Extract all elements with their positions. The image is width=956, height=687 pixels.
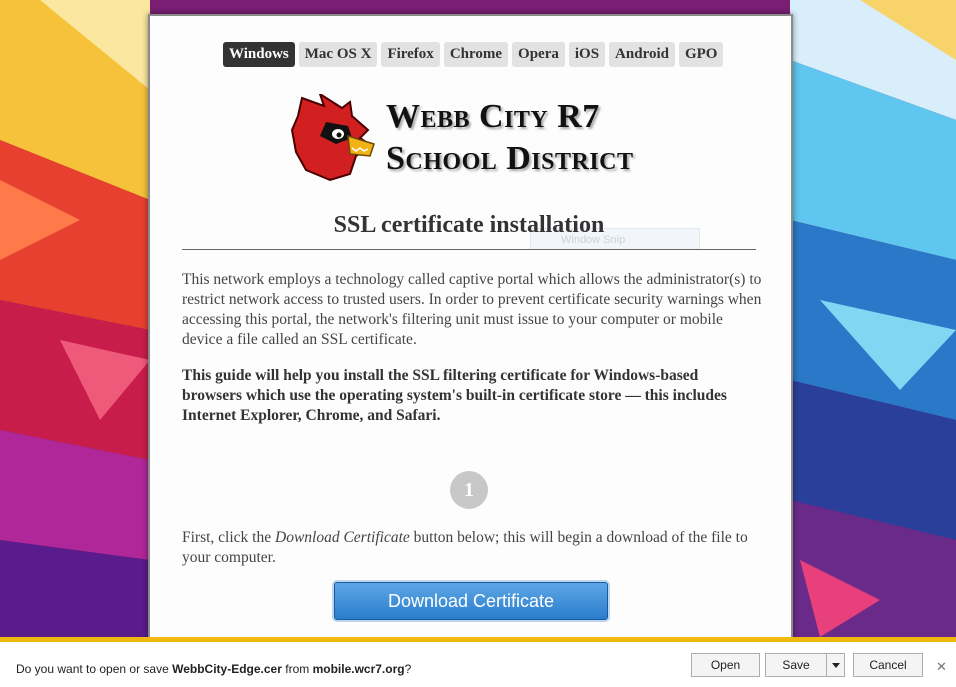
logo-line-2: School District [386,140,634,177]
tab-ios[interactable]: iOS [568,42,606,67]
download-certificate-button[interactable]: Download Certificate [334,582,608,620]
certificate-guide-panel: Windows Mac OS X Firefox Chrome Opera iO… [148,14,793,656]
download-prompt-message: Do you want to open or save WebbCity-Edg… [16,662,411,676]
school-district-logo: Webb City R7 School District [290,94,650,184]
tab-gpo[interactable]: GPO [678,42,724,67]
tab-firefox[interactable]: Firefox [381,42,440,67]
tab-opera[interactable]: Opera [512,42,565,67]
tab-chrome[interactable]: Chrome [443,42,509,67]
logo-wordmark: Webb City R7 School District [386,96,634,180]
logo-line-1: Webb City R7 [386,98,600,135]
tab-mac-os-x[interactable]: Mac OS X [298,42,378,67]
step-text-emphasis: Download Certificate [275,529,410,546]
platform-tabs: Windows Mac OS X Firefox Chrome Opera iO… [223,42,724,67]
save-options-dropdown[interactable] [826,653,845,677]
download-notification-bar: Do you want to open or save WebbCity-Edg… [0,637,956,687]
prompt-suffix: ? [404,662,412,676]
tab-android[interactable]: Android [609,42,675,67]
chevron-down-icon [831,663,840,669]
download-filename: WebbCity-Edge.cer [172,662,282,676]
page-title: SSL certificate installation [333,212,605,238]
open-button[interactable]: Open [691,653,760,677]
step-number-badge: 1 [450,471,488,509]
close-icon[interactable]: ✕ [936,660,947,675]
download-domain: mobile.wcr7.org [312,662,405,676]
cancel-button[interactable]: Cancel [853,653,923,677]
guide-paragraph: This guide will help you install the SSL… [182,367,727,424]
tab-windows[interactable]: Windows [223,42,295,67]
step-text-before: First, click the [182,529,275,546]
save-button[interactable]: Save [765,653,827,677]
cardinal-mascot-icon [290,94,375,182]
prompt-prefix: Do you want to open or save [16,662,173,676]
title-divider [182,249,756,250]
intro-paragraph: This network employs a technology called… [182,271,762,348]
step-1-instructions: First, click the Download Certificate bu… [182,528,762,568]
prompt-middle: from [281,662,313,676]
